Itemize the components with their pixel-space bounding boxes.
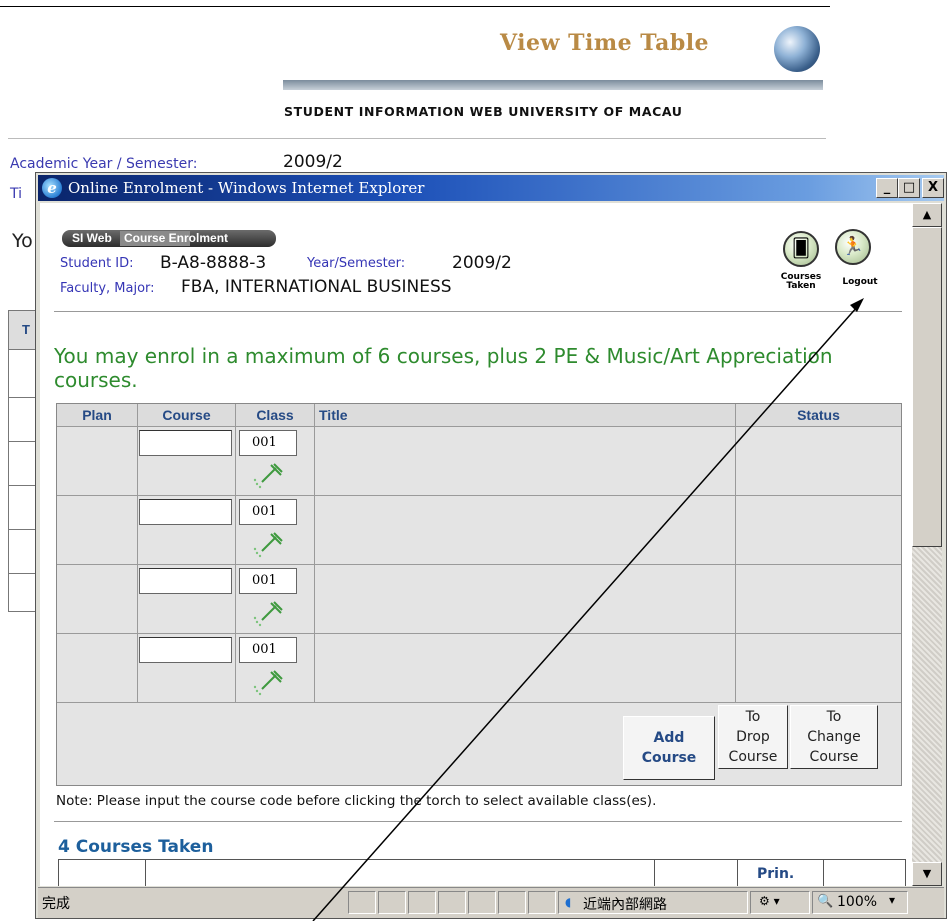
course-code-input[interactable]	[139, 430, 232, 456]
status-pane	[378, 891, 406, 914]
course-code-input[interactable]	[139, 568, 232, 594]
row-divider	[57, 426, 901, 427]
zone-text: 近端內部網路	[583, 897, 667, 913]
header-divider	[54, 311, 902, 312]
status-header: Status	[736, 404, 901, 426]
section-divider	[54, 821, 902, 822]
year-semester-value: 2009/2	[452, 253, 512, 273]
drop-course-button[interactable]: To Drop Course	[718, 705, 788, 769]
column-divider	[137, 404, 138, 702]
status-text: 完成	[42, 896, 70, 912]
course-code-input[interactable]	[139, 637, 232, 663]
banner-subtitle: STUDENT INFORMATION WEB UNIVERSITY OF MA…	[284, 104, 683, 119]
status-pane	[468, 891, 496, 914]
class-input[interactable]: 001	[239, 568, 297, 594]
year-semester-label: Year/Semester:	[307, 256, 406, 271]
status-pane	[498, 891, 526, 914]
page-content: SI Web Course Enrolment Student ID: B-A8…	[40, 203, 912, 886]
student-id-label: Student ID:	[60, 256, 134, 271]
status-pane	[528, 891, 556, 914]
change-course-button[interactable]: To Change Course	[790, 705, 878, 769]
si-web-label: SI Web	[72, 231, 112, 245]
course-header: Course	[138, 404, 235, 426]
minimize-button[interactable]: _	[876, 178, 898, 198]
torch-icon[interactable]	[252, 460, 286, 490]
courses-taken-title: 4 Courses Taken	[58, 837, 214, 857]
add-course-button[interactable]: Add Course	[623, 716, 715, 780]
title-header: Title	[315, 404, 735, 426]
logout-icon[interactable]: 🏃	[835, 229, 871, 265]
scroll-down-button[interactable]: ▼	[912, 862, 942, 886]
row-divider	[57, 564, 901, 565]
academic-year-label: Academic Year / Semester:	[10, 156, 198, 172]
torch-icon[interactable]	[252, 667, 286, 697]
faculty-major-label: Faculty, Major:	[60, 281, 155, 296]
column-divider	[823, 860, 824, 886]
zone-pane[interactable]: ◖ 近端內部網路	[558, 891, 748, 914]
scroll-up-button[interactable]: ▲	[912, 203, 942, 227]
courses-taken-icon[interactable]: 🂠	[783, 231, 819, 267]
zoom-icon: 🔍	[817, 894, 834, 909]
column-divider	[235, 404, 236, 702]
scroll-thumb[interactable]	[912, 227, 942, 547]
enrolment-limit-message: You may enrol in a maximum of 6 courses,…	[54, 344, 833, 392]
torch-icon[interactable]	[252, 529, 286, 559]
course-code-input[interactable]	[139, 499, 232, 525]
torch-icon[interactable]	[252, 598, 286, 628]
time-label: Ti	[10, 186, 23, 202]
course-enrolment-label: Course Enrolment	[124, 231, 229, 245]
zoom-text: 100%	[837, 894, 878, 910]
row-divider	[57, 495, 901, 496]
class-header: Class	[236, 404, 314, 426]
banner-bar	[283, 80, 823, 90]
chevron-down-icon[interactable]: ▾	[889, 893, 895, 907]
protected-mode-pane[interactable]: ⚙ ▾	[750, 891, 810, 914]
column-divider	[737, 860, 738, 886]
column-divider	[735, 404, 736, 702]
row-divider	[57, 633, 901, 634]
class-input[interactable]: 001	[239, 430, 297, 456]
class-input[interactable]: 001	[239, 499, 297, 525]
zoom-pane[interactable]: 🔍 100% ▾	[812, 891, 908, 914]
column-divider	[145, 860, 146, 886]
academic-year-value: 2009/2	[283, 152, 343, 172]
globe-icon	[774, 26, 820, 72]
prin-header: Prin.	[757, 866, 795, 882]
faculty-major-value: FBA, INTERNATIONAL BUSINESS	[181, 277, 452, 297]
background-heading: Yo	[12, 230, 33, 252]
column-divider	[654, 860, 655, 886]
maximize-button[interactable]: □	[898, 178, 920, 198]
title-bar[interactable]: e Online Enrolment - Windows Internet Ex…	[38, 175, 944, 201]
instruction-note: Note: Please input the course code befor…	[56, 793, 657, 809]
status-pane	[408, 891, 436, 914]
status-pane	[438, 891, 466, 914]
courses-taken-caption[interactable]: Courses Taken	[780, 273, 822, 291]
class-input[interactable]: 001	[239, 637, 297, 663]
vertical-scrollbar[interactable]: ▲ ▼	[912, 203, 942, 886]
student-id-value: B-A8-8888-3	[160, 253, 267, 273]
courses-taken-table: Prin.	[58, 859, 906, 886]
plan-header: Plan	[57, 404, 137, 426]
status-bar: 完成 ◖ 近端內部網路 ⚙ ▾ 🔍 100% ▾	[38, 887, 944, 918]
header-divider	[8, 138, 826, 139]
banner-title: View Time Table	[500, 30, 710, 56]
top-divider	[0, 6, 830, 7]
window-title: Online Enrolment - Windows Internet Expl…	[68, 179, 425, 197]
ie-window: e Online Enrolment - Windows Internet Ex…	[35, 172, 947, 919]
enrolment-table: Plan Course Class Title Status 001 001 0…	[56, 403, 902, 786]
logout-caption[interactable]: Logout	[840, 278, 880, 287]
column-divider	[314, 404, 315, 702]
security-icon: ⚙ ▾	[759, 894, 780, 908]
status-pane	[348, 891, 376, 914]
si-web-breadcrumb: SI Web Course Enrolment	[62, 230, 276, 247]
ie-logo-icon: e	[42, 178, 62, 198]
row-divider	[57, 702, 901, 703]
close-button[interactable]: X	[922, 178, 944, 198]
zone-icon: ◖	[565, 895, 572, 909]
